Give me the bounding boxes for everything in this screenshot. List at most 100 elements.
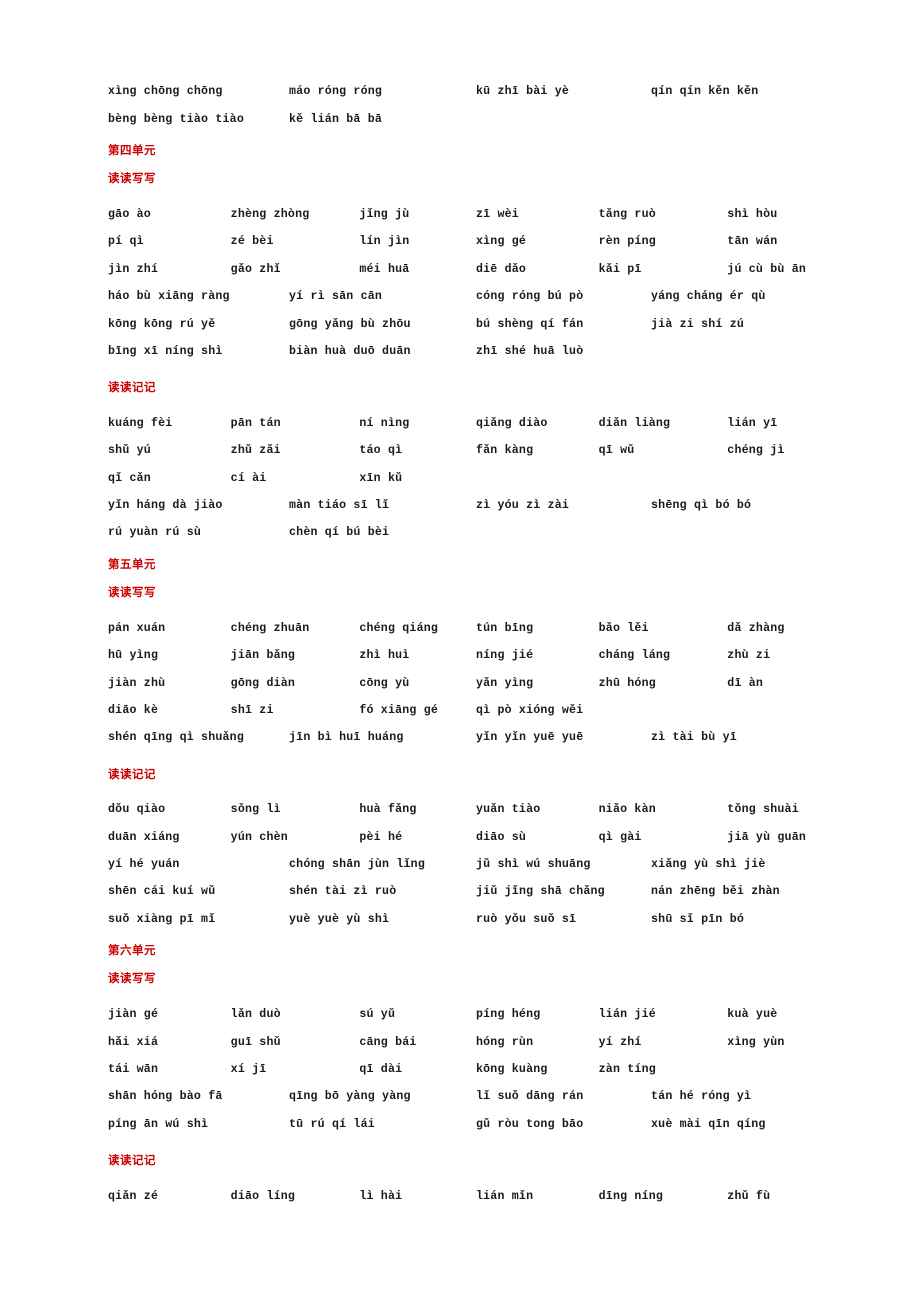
word-cell: qīng bō yàng yàng — [289, 1090, 411, 1104]
word-cell: xìng yùn — [727, 1035, 785, 1049]
word-cell: qì pò xióng wěi — [475, 703, 584, 717]
word-row: yí hé yuán chóng shān jùn lǐng jǔ shì wú s… — [108, 851, 808, 878]
word-cell: bǎo lěi — [598, 621, 649, 635]
word-cell: shī zi — [230, 703, 274, 717]
word-cell: tán hé róng yì — [651, 1090, 752, 1104]
word-cell: chéng jì — [727, 444, 785, 458]
word-row: jiàn gé lǎn duò sú yǔ píng héng lián jié kuà … — [108, 1001, 808, 1028]
word-cell: zhī shé huā luò — [476, 344, 584, 358]
word-cell: yuè yuè yù shì — [289, 912, 390, 926]
word-cell: pán xuán — [108, 621, 166, 635]
word-cell: shān hóng bào fā — [108, 1090, 223, 1104]
word-cell: cōng yù — [359, 676, 410, 690]
word-cell: jú cù bù ān — [727, 262, 807, 276]
word-cell: diǎn liàng — [598, 416, 671, 430]
word-cell: jiàn zhù — [108, 676, 166, 690]
word-cell: lín jìn — [359, 235, 410, 249]
word-cell: jǔ shì wú shuāng — [476, 858, 591, 871]
word-cell: niǎo kàn — [598, 803, 656, 817]
word-cell: zhǔ fù — [727, 1189, 771, 1203]
word-cell: duān xiáng — [108, 830, 180, 844]
document-content: xìng chōng chōng máo róng róng kū zhī bài … — [108, 78, 808, 1210]
word-cell: zhèng zhòng — [230, 207, 310, 221]
word-row: shǔ yú zhǔ zǎi táo qì fǎn kàng qī wǔ chéng jì — [108, 437, 808, 464]
word-cell: dǒu qiào — [108, 803, 166, 817]
word-cell: ní nìng — [359, 416, 410, 430]
word-cell: háo bù xiāng ràng — [108, 290, 230, 304]
word-cell: sú yǔ — [359, 1008, 396, 1022]
word-cell: yí zhí — [598, 1035, 642, 1049]
word-cell: dī àn — [727, 676, 764, 690]
word-row: kuáng fèi pān tán ní nìng qiǎng diào diǎn li… — [108, 410, 808, 437]
group-heading: 读读写写 — [108, 171, 156, 186]
word-cell: lián yī — [727, 416, 778, 430]
word-cell: shēng qì bó bó — [651, 498, 752, 512]
word-cell: bèng bèng tiào tiào — [108, 112, 244, 126]
word-cell: zhǔ zǎi — [230, 444, 281, 458]
word-row: duān xiáng yún chèn pèi hé diāo sù qì gài jiā… — [108, 823, 808, 850]
word-cell: jiā yù guān — [727, 830, 807, 844]
word-cell: cí ài — [230, 471, 267, 485]
word-cell: kě lián bā bā — [289, 112, 383, 126]
word-cell: xí jī — [230, 1062, 267, 1076]
word-cell: tān wán — [727, 235, 778, 249]
word-row: shēn cái kuí wǔ shén tài zì ruò jiǔ jǐng s… — [108, 878, 808, 905]
word-cell: shū sǐ pīn bó — [651, 912, 745, 926]
word-block: pán xuán chéng zhuān chéng qiáng tún bīng bǎ… — [108, 615, 808, 752]
word-cell: zhì huì — [359, 649, 410, 663]
word-cell: yún chèn — [230, 830, 288, 844]
word-cell: biàn huà duō duān — [289, 344, 411, 358]
word-cell: rèn píng — [598, 235, 656, 249]
word-cell: bú shèng qí fán — [476, 317, 584, 331]
word-cell: lián mǐn — [475, 1189, 534, 1203]
word-cell: gōng yǎng bù zhōu — [289, 317, 411, 331]
word-cell: jīn bì huī huáng — [289, 731, 404, 745]
word-cell: fó xiāng gé — [359, 703, 439, 717]
word-cell: hǎi xiá — [108, 1035, 159, 1049]
group-heading: 读读写写 — [108, 971, 156, 986]
word-cell: yǎn yìng — [475, 676, 534, 690]
word-cell: sǒng lì — [230, 803, 281, 817]
word-cell: zàn tíng — [598, 1062, 656, 1076]
word-cell: hū yìng — [108, 649, 159, 663]
word-row: hǎi xiá guī shǔ cāng bái hóng rùn yí zhí xìng… — [108, 1028, 808, 1055]
word-cell: yuǎn tiào — [475, 803, 541, 817]
group-heading: 读读记记 — [108, 1152, 156, 1167]
word-cell: chéng qiáng — [359, 621, 439, 635]
word-row: suǒ xiàng pī mǐ yuè yuè yù shì ruò yǒu suǒ… — [108, 906, 808, 933]
word-cell: qì gài — [598, 830, 642, 844]
word-cell: tái wān — [108, 1062, 159, 1076]
word-row: qǐ cǎn cí ài xīn kǔ — [108, 464, 808, 491]
word-row: shān hóng bào fā qīng bō yàng yàng lǐ suǒ … — [108, 1083, 808, 1110]
word-row: bèng bèng tiào tiào kě lián bā bā — [108, 105, 808, 132]
word-cell: jià zi shí zú — [651, 317, 745, 331]
word-cell: lǎn duò — [230, 1008, 281, 1022]
word-cell: yǐn háng dà jiào — [108, 498, 223, 512]
word-cell: zì tài bù yī — [651, 731, 737, 745]
word-cell: xiǎng yù shì jiè — [651, 858, 766, 871]
word-cell: fǎn kàng — [475, 444, 534, 458]
word-cell: cháng láng — [598, 649, 671, 663]
word-cell: kuà yuè — [727, 1008, 778, 1022]
word-cell: qī wǔ — [598, 444, 635, 458]
word-cell: yí rì sān cān — [289, 290, 383, 304]
word-cell: yí hé yuán — [108, 858, 180, 871]
unit-heading: 第五单元 — [108, 556, 156, 571]
word-cell: píng héng — [475, 1008, 541, 1022]
word-cell: shén tài zì ruò — [289, 885, 397, 899]
word-row: pí qì zé bèi lín jìn xìng gé rèn píng tān wán — [108, 228, 808, 255]
word-cell: tū rú qí lái — [289, 1117, 375, 1131]
word-row: háo bù xiāng ràng yí rì sān cān cóng róng … — [108, 283, 808, 310]
word-cell: zé bèi — [230, 235, 274, 249]
word-row: tái wān xí jī qī dài kōng kuàng zàn tíng — [108, 1056, 808, 1083]
word-cell: diāo sù — [475, 830, 527, 844]
word-cell: suǒ xiàng pī mǐ — [108, 912, 216, 926]
word-cell: diāo líng — [230, 1189, 296, 1203]
word-cell: guī shǔ — [230, 1035, 281, 1049]
word-row: xìng chōng chōng máo róng róng kū zhī bài … — [108, 78, 808, 105]
word-cell: lián jié — [598, 1008, 656, 1022]
word-cell: pèi hé — [359, 830, 403, 844]
word-cell: xìng gé — [475, 235, 527, 249]
word-cell: pān tán — [230, 416, 281, 430]
word-cell: jìn zhí — [108, 262, 159, 276]
